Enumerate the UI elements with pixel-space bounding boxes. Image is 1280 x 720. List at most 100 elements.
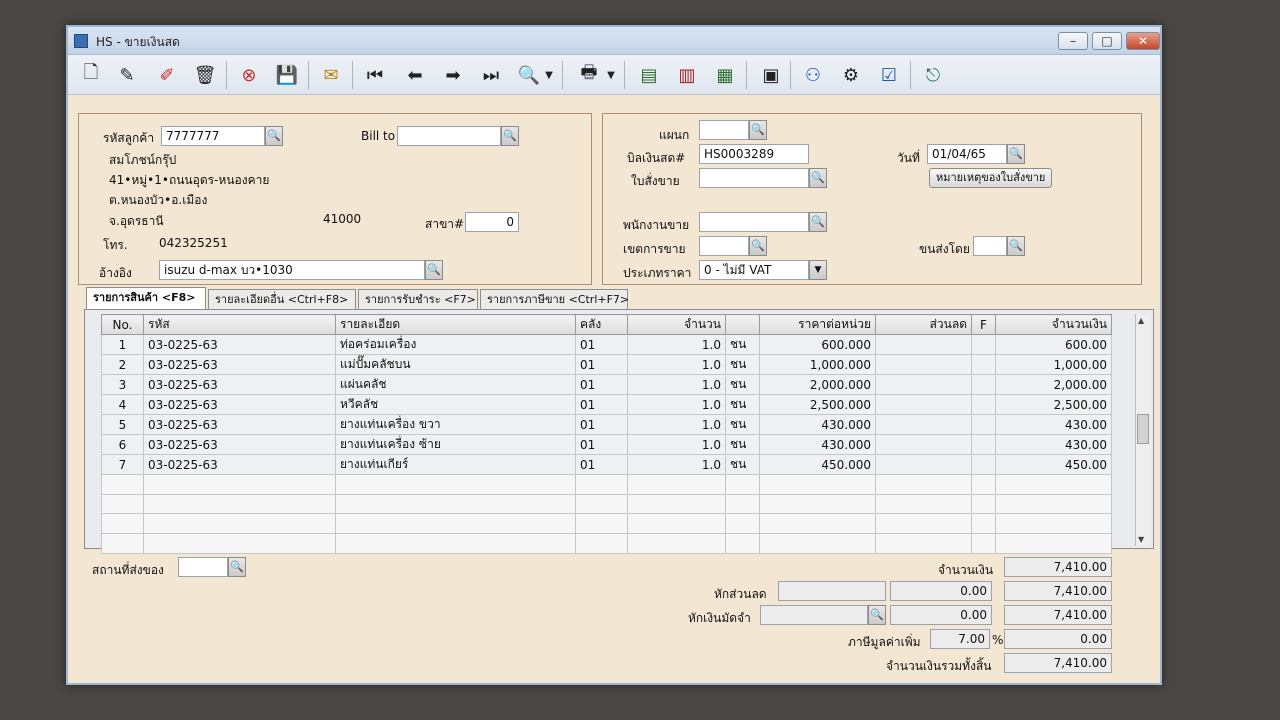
empty-cell[interactable] [627, 474, 726, 495]
empty-cell[interactable] [101, 474, 144, 495]
empty-cell[interactable] [335, 493, 576, 515]
empty-cell[interactable] [759, 474, 876, 495]
table-row[interactable]: 7 03-0225-63 ยางแท่นเกียร์ 01 1.0 ชน 450.000 45… [101, 454, 1112, 475]
cell-code[interactable]: 03-0225-63 [143, 354, 336, 375]
empty-cell[interactable] [995, 513, 1112, 535]
grid-scrollbar[interactable]: ▲ ▼ [1135, 314, 1149, 546]
col-warehouse[interactable]: คลัง [575, 314, 628, 335]
empty-cell[interactable] [725, 493, 760, 515]
col-flag[interactable]: F [971, 314, 996, 335]
cell-amount[interactable]: 450.00 [995, 454, 1112, 475]
empty-cell[interactable] [725, 533, 760, 554]
cell-no[interactable]: 2 [101, 354, 144, 375]
cell-amount[interactable]: 600.00 [995, 334, 1112, 355]
maximize-button[interactable]: □ [1092, 32, 1122, 50]
cell-desc[interactable]: ยางแท่นเครื่อง ซ้าย [335, 434, 576, 455]
ok-user-icon[interactable]: ⚇ [798, 60, 828, 90]
empty-cell[interactable] [335, 474, 576, 495]
report2-icon[interactable]: ▥ [672, 60, 702, 90]
cell-f[interactable] [971, 394, 996, 415]
cell-code[interactable]: 03-0225-63 [143, 434, 336, 455]
table-row[interactable]: 4 03-0225-63 หวีคลัช 01 1.0 ชน 2,500.000 2,500.… [101, 394, 1112, 415]
table-row-empty[interactable] [101, 474, 1112, 495]
cell-f[interactable] [971, 334, 996, 355]
empty-cell[interactable] [101, 493, 144, 515]
salesman-field[interactable] [699, 212, 809, 232]
col-discount[interactable]: ส่วนลด [875, 314, 972, 335]
print-icon[interactable]: 🖶 [574, 60, 604, 90]
empty-cell[interactable] [575, 513, 628, 535]
sales-area-lookup-icon[interactable]: 🔍 [749, 236, 767, 256]
cell-amount[interactable]: 1,000.00 [995, 354, 1112, 375]
cell-price[interactable]: 2,000.000 [759, 374, 876, 395]
cell-disc[interactable] [875, 414, 972, 435]
dept-field[interactable] [699, 120, 749, 140]
empty-cell[interactable] [627, 513, 726, 535]
deposit-text-field[interactable] [760, 605, 868, 625]
table-row[interactable]: 6 03-0225-63 ยางแท่นเครื่อง ซ้าย 01 1.0 ชน 430… [101, 434, 1112, 455]
empty-cell[interactable] [971, 513, 996, 535]
empty-cell[interactable] [101, 533, 144, 554]
vat-rate-field[interactable]: 7.00 [930, 629, 990, 649]
discount-value[interactable]: 0.00 [890, 581, 992, 601]
table-row[interactable]: 5 03-0225-63 ยางแท่นเครื่อง ขวา 01 1.0 ชน 430.… [101, 414, 1112, 435]
report3-icon[interactable]: ▦ [710, 60, 740, 90]
cell-disc[interactable] [875, 374, 972, 395]
table-row[interactable]: 3 03-0225-63 แผ่นคลัช 01 1.0 ชน 2,000.000 2,000… [101, 374, 1112, 395]
cancel-icon[interactable]: ⊗ [234, 60, 264, 90]
cell-unit[interactable]: ชน [725, 414, 760, 435]
empty-cell[interactable] [575, 533, 628, 554]
cell-desc[interactable]: หวีคลัช [335, 394, 576, 415]
prev-icon[interactable]: ⬅ [400, 60, 430, 90]
cell-amount[interactable]: 2,000.00 [995, 374, 1112, 395]
search-dropdown-icon[interactable]: ▼ [542, 60, 556, 90]
scroll-thumb[interactable] [1137, 414, 1149, 444]
cell-no[interactable]: 3 [101, 374, 144, 395]
cell-disc[interactable] [875, 434, 972, 455]
cell-no[interactable]: 4 [101, 394, 144, 415]
cell-amount[interactable]: 430.00 [995, 434, 1112, 455]
empty-cell[interactable] [627, 493, 726, 515]
first-icon[interactable]: ⏮ [360, 60, 390, 90]
customer-lookup-icon[interactable]: 🔍 [265, 126, 283, 146]
cell-price[interactable]: 1,000.000 [759, 354, 876, 375]
cell-disc[interactable] [875, 334, 972, 355]
empty-cell[interactable] [971, 533, 996, 554]
ship-place-field[interactable] [178, 557, 228, 577]
cell-price[interactable]: 430.000 [759, 434, 876, 455]
ship-by-field[interactable] [973, 236, 1007, 256]
empty-cell[interactable] [759, 493, 876, 515]
cell-wh[interactable]: 01 [575, 374, 628, 395]
empty-cell[interactable] [143, 533, 336, 554]
date-field[interactable]: 01/04/65 [927, 144, 1007, 164]
last-icon[interactable]: ⏭ [476, 60, 506, 90]
ship-by-lookup-icon[interactable]: 🔍 [1007, 236, 1025, 256]
table-row-empty[interactable] [101, 493, 1112, 515]
salesman-lookup-icon[interactable]: 🔍 [809, 212, 827, 232]
report1-icon[interactable]: ▤ [634, 60, 664, 90]
cell-desc[interactable]: ยางแท่นเครื่อง ขวา [335, 414, 576, 435]
table-row[interactable]: 2 03-0225-63 แม่ปั๊มคลัชบน 01 1.0 ชน 1,000.000… [101, 354, 1112, 375]
cell-price[interactable]: 430.000 [759, 414, 876, 435]
empty-cell[interactable] [875, 533, 972, 554]
print-dropdown-icon[interactable]: ▼ [604, 60, 618, 90]
cell-code[interactable]: 03-0225-63 [143, 334, 336, 355]
save-icon[interactable]: 💾 [272, 60, 302, 90]
date-picker-icon[interactable]: 🔍 [1007, 144, 1025, 164]
calc-icon[interactable]: ▣ [756, 60, 786, 90]
discount-text-field[interactable] [778, 581, 886, 601]
col-unit-price[interactable]: ราคาต่อหน่วย [759, 314, 876, 335]
cell-wh[interactable]: 01 [575, 354, 628, 375]
edit-icon[interactable]: ✎ [112, 60, 142, 90]
cell-code[interactable]: 03-0225-63 [143, 374, 336, 395]
cell-qty[interactable]: 1.0 [627, 374, 726, 395]
col-description[interactable]: รายละเอียด [335, 314, 576, 335]
cell-f[interactable] [971, 434, 996, 455]
cell-disc[interactable] [875, 354, 972, 375]
empty-cell[interactable] [875, 474, 972, 495]
cell-wh[interactable]: 01 [575, 434, 628, 455]
reference-field[interactable]: isuzu d-max บว•1030 [159, 260, 425, 280]
sales-order-note-button[interactable]: หมายเหตุของใบสั่งขาย [929, 168, 1053, 188]
empty-cell[interactable] [759, 533, 876, 554]
cell-disc[interactable] [875, 394, 972, 415]
